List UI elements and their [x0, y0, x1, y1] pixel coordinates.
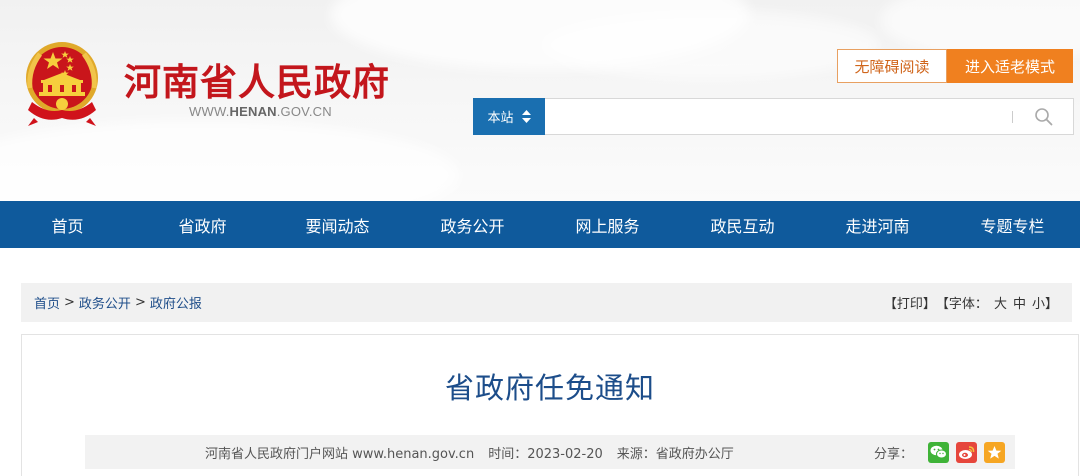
- nav-item-news[interactable]: 要闻动态: [270, 201, 405, 248]
- header-background-cloud: [0, 120, 460, 201]
- font-size-label: 【字体：: [935, 297, 988, 312]
- elder-mode-button[interactable]: 进入适老模式: [947, 49, 1073, 83]
- breadcrumb: 首页 > 政务公开 > 政府公报: [34, 293, 202, 312]
- sort-arrows-icon: [521, 110, 531, 123]
- page-tools: 【打印】 【字体： 大中小 】: [884, 293, 1058, 312]
- national-emblem-icon: [26, 42, 98, 126]
- font-size-medium-button[interactable]: 中: [1013, 297, 1026, 312]
- article-source: 来源：省政府办公厅: [616, 446, 734, 462]
- search-divider: [1012, 111, 1013, 123]
- search-scope-select[interactable]: 本站: [473, 98, 545, 135]
- breadcrumb-item-government-gazette[interactable]: 政府公报: [150, 293, 202, 312]
- search-box: [545, 98, 1074, 135]
- nav-item-interaction[interactable]: 政民互动: [675, 201, 810, 248]
- article-site: 河南省人民政府门户网站 www.henan.gov.cn: [205, 446, 475, 462]
- share-bar: 分享：: [874, 435, 1006, 469]
- nav-item-online-services[interactable]: 网上服务: [540, 201, 675, 248]
- site-domain-prefix: WWW.: [189, 104, 230, 119]
- breadcrumb-separator: >: [134, 295, 146, 310]
- article-title: 省政府任免通知: [444, 371, 655, 405]
- header-background-cloud: [540, 10, 880, 80]
- nav-item-about-henan[interactable]: 走进河南: [810, 201, 945, 248]
- breadcrumb-separator: >: [64, 295, 75, 310]
- site-header: 河南省人民政府 WWW.HENAN.GOV.CN 无障碍阅读 进入适老模式 本站: [0, 0, 1080, 201]
- weibo-icon[interactable]: [956, 441, 978, 463]
- breadcrumb-bar: 首页 > 政务公开 > 政府公报 【打印】 【字体： 大中小 】: [21, 283, 1072, 322]
- accessibility-reading-button[interactable]: 无障碍阅读: [837, 49, 947, 83]
- breadcrumb-item-home[interactable]: 首页: [34, 293, 60, 312]
- breadcrumb-item-government-affairs[interactable]: 政务公开: [79, 293, 131, 312]
- nav-item-provincial-government[interactable]: 省政府: [135, 201, 270, 248]
- font-size-label-close: 】: [1044, 297, 1058, 312]
- nav-item-government-affairs[interactable]: 政务公开: [405, 201, 540, 248]
- site-title[interactable]: 河南省人民政府: [124, 52, 390, 106]
- site-domain: WWW.HENAN.GOV.CN: [189, 104, 332, 119]
- wechat-icon[interactable]: [928, 441, 950, 463]
- font-size-options: 大中小: [988, 293, 1045, 312]
- article-meta: 河南省人民政府门户网站 www.henan.gov.cn 时间：2023-02-…: [205, 435, 734, 469]
- font-size-large-button[interactable]: 大: [994, 297, 1007, 312]
- print-button[interactable]: 【打印】: [884, 293, 936, 312]
- article-meta-bar: 河南省人民政府门户网站 www.henan.gov.cn 时间：2023-02-…: [85, 435, 1015, 469]
- search-scope-label: 本站: [487, 111, 514, 126]
- search-input[interactable]: [545, 99, 1005, 134]
- site-domain-main: HENAN: [229, 104, 277, 119]
- site-domain-suffix: .GOV.CN: [276, 104, 332, 119]
- article-time: 时间：2023-02-20: [488, 446, 603, 462]
- nav-item-home[interactable]: 首页: [0, 201, 135, 248]
- star-icon[interactable]: [984, 441, 1006, 463]
- nav-item-special-topics[interactable]: 专题专栏: [945, 201, 1080, 248]
- article-panel: 省政府任免通知 河南省人民政府门户网站 www.henan.gov.cn 时间：…: [21, 334, 1079, 476]
- main-nav: 首页 省政府 要闻动态 政务公开 网上服务 政民互动 走进河南 专题专栏: [0, 201, 1080, 248]
- search-icon[interactable]: [1034, 107, 1054, 127]
- share-label: 分享：: [874, 446, 914, 462]
- font-size-small-button[interactable]: 小: [1032, 297, 1045, 312]
